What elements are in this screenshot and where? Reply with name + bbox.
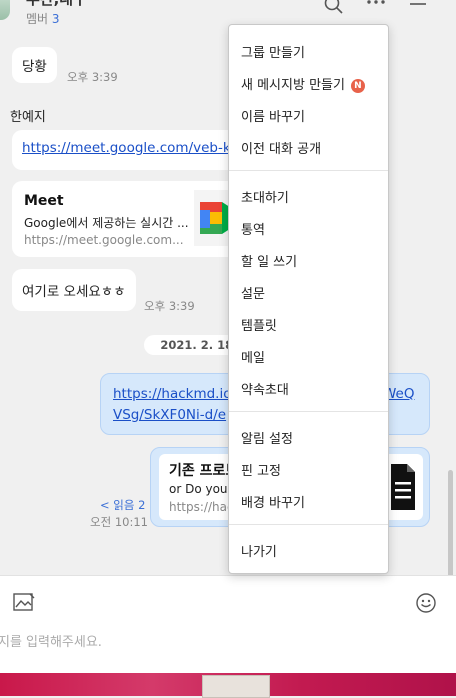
menu-item-pin[interactable]: 핀 고정	[229, 454, 388, 482]
image-attach-icon[interactable]	[13, 593, 35, 613]
menu-item-appointment[interactable]: 약속초대	[229, 373, 388, 401]
meet-link[interactable]: https://meet.google.com/veb-k	[22, 140, 231, 156]
menu-item-notification-settings[interactable]: 알림 설정	[229, 422, 388, 450]
chat-options-menu: 그룹 만들기 새 메시지방 만들기 N 이름 바꾸기 이전 대화 공개 초대하기 …	[228, 24, 389, 574]
menu-item-new-room[interactable]: 새 메시지방 만들기 N	[229, 68, 388, 96]
preview-url: https://hac	[169, 500, 234, 514]
menu-divider	[229, 411, 388, 412]
menu-item-todo[interactable]: 할 일 쓰기	[229, 245, 388, 273]
menu-divider	[229, 524, 388, 525]
member-count[interactable]: 멤버 3	[26, 10, 60, 27]
menu-item-rename[interactable]: 이름 바꾸기	[229, 100, 388, 128]
message-composer: 지를 입력해주세요.	[0, 575, 456, 674]
message-input[interactable]: 지를 입력해주세요.	[0, 631, 102, 650]
preview-description: Google에서 제공하는 실시간 ...	[24, 216, 189, 230]
chat-title: 부산,대구	[26, 0, 87, 9]
message-bubble[interactable]: 여기로 오세요ㅎㅎ	[12, 269, 136, 311]
preview-description: or Do you	[169, 482, 228, 496]
scrollbar[interactable]	[448, 470, 453, 575]
menu-divider	[229, 170, 388, 171]
menu-item-change-background[interactable]: 배경 바꾸기	[229, 486, 388, 514]
message-bubble[interactable]: 당황	[12, 47, 57, 83]
thumbnail	[202, 675, 270, 698]
message-time: 오후 3:39	[67, 70, 118, 84]
message-time: 오후 3:39	[144, 299, 195, 313]
link-preview-card[interactable]: Meet Google에서 제공하는 실시간 ... https://meet.…	[12, 181, 242, 257]
link-message[interactable]: https://meet.google.com/veb-k	[12, 130, 242, 170]
menu-icon[interactable]	[407, 0, 429, 16]
menu-item-template[interactable]: 템플릿	[229, 309, 388, 337]
preview-url: https://meet.google.com...	[24, 233, 184, 247]
avatar[interactable]	[0, 0, 10, 20]
menu-item-invite[interactable]: 초대하기	[229, 181, 388, 209]
menu-item-translate[interactable]: 통역	[229, 213, 388, 241]
search-icon[interactable]	[322, 0, 344, 16]
menu-item-survey[interactable]: 설문	[229, 277, 388, 305]
sender-name: 한예지	[10, 110, 46, 125]
more-icon[interactable]	[365, 0, 387, 16]
emoji-icon[interactable]	[415, 592, 437, 614]
preview-title: Meet	[24, 193, 64, 209]
message-time: 오전 10:11	[90, 515, 148, 529]
menu-item-reveal-history[interactable]: 이전 대화 공개	[229, 132, 388, 160]
document-icon	[391, 464, 415, 510]
new-badge: N	[350, 79, 365, 93]
menu-item-create-group[interactable]: 그룹 만들기	[229, 36, 388, 64]
read-receipt[interactable]: < 읽음 2	[100, 497, 145, 513]
menu-item-leave[interactable]: 나가기	[229, 535, 388, 563]
menu-item-mail[interactable]: 메일	[229, 341, 388, 369]
